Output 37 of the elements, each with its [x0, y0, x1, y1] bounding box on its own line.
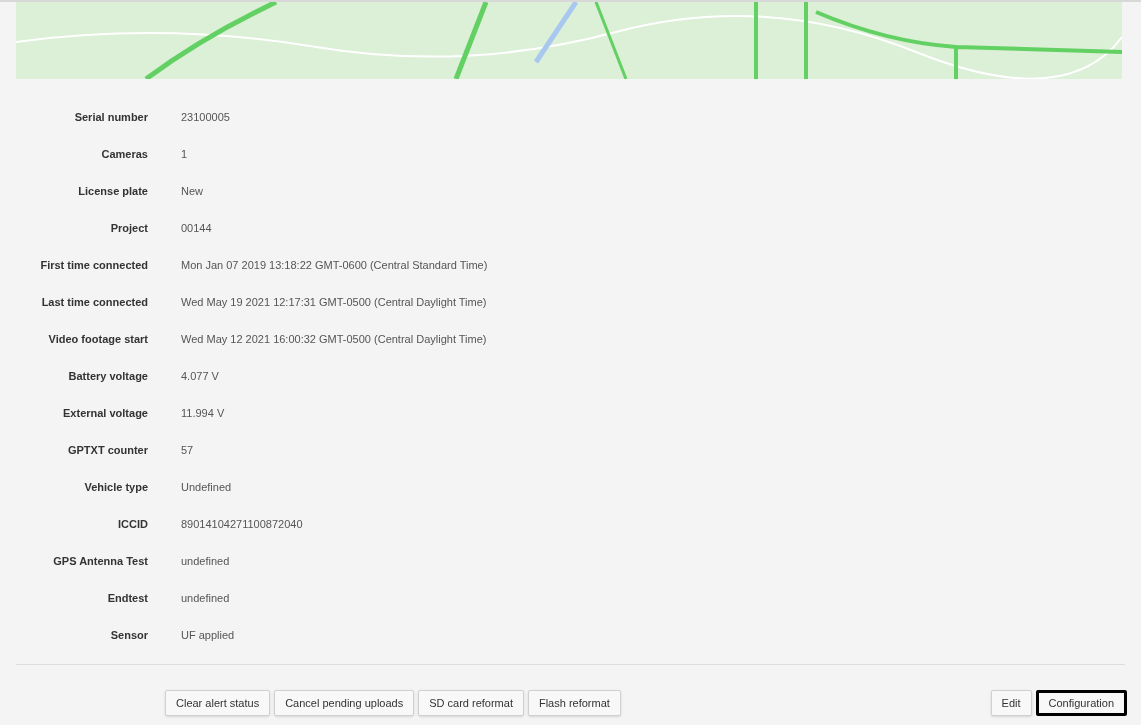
- field-value: UF applied: [181, 628, 235, 644]
- field-label: Video footage start: [47, 332, 148, 348]
- field-value: undefined: [181, 591, 230, 607]
- field-value: 1: [181, 147, 188, 163]
- field-label: Project: [109, 221, 148, 237]
- action-button[interactable]: Cancel pending uploads: [274, 690, 415, 716]
- field-label: Endtest: [106, 591, 148, 607]
- field-label: Battery voltage: [67, 369, 148, 385]
- field-value: 00144: [181, 221, 212, 237]
- field-label: Vehicle type: [83, 480, 148, 496]
- field-label: Last time connected: [40, 295, 148, 311]
- field-label: Sensor: [109, 628, 148, 644]
- action-button[interactable]: Configuration: [1035, 690, 1127, 716]
- field-value: 23100005: [181, 110, 230, 126]
- map-placeholder[interactable]: [16, 2, 1122, 79]
- action-button[interactable]: Flash reformat: [527, 690, 621, 716]
- field-value: Mon Jan 07 2019 13:18:22 GMT-0600 (Central Standard Time): [181, 258, 488, 274]
- field-label: Serial number: [73, 110, 148, 126]
- field-label: ICCID: [117, 517, 148, 533]
- field-value: 57: [181, 443, 194, 459]
- field-value: Wed May 12 2021 16:00:32 GMT-0500 (Central Daylight Time): [181, 332, 487, 348]
- field-label: GPTXT counter: [66, 443, 148, 459]
- field-label: Cameras: [100, 147, 148, 163]
- field-label: First time connected: [39, 258, 148, 274]
- action-button[interactable]: Clear alert status: [165, 690, 271, 716]
- action-button[interactable]: SD card reformat: [418, 690, 524, 716]
- field-value: Wed May 19 2021 12:17:31 GMT-0500 (Central Daylight Time): [181, 295, 487, 311]
- field-value: Undefined: [181, 480, 232, 496]
- field-value: New: [181, 184, 203, 200]
- action-button[interactable]: Edit: [990, 690, 1032, 716]
- field-value: 4.077 V: [181, 369, 219, 385]
- field-label: License plate: [77, 184, 148, 200]
- field-value: 11.994 V: [181, 406, 225, 422]
- field-value: 89014104271100872040: [181, 517, 303, 533]
- field-label: GPS Antenna Test: [52, 554, 148, 570]
- field-label: External voltage: [62, 406, 148, 422]
- field-value: undefined: [181, 554, 230, 570]
